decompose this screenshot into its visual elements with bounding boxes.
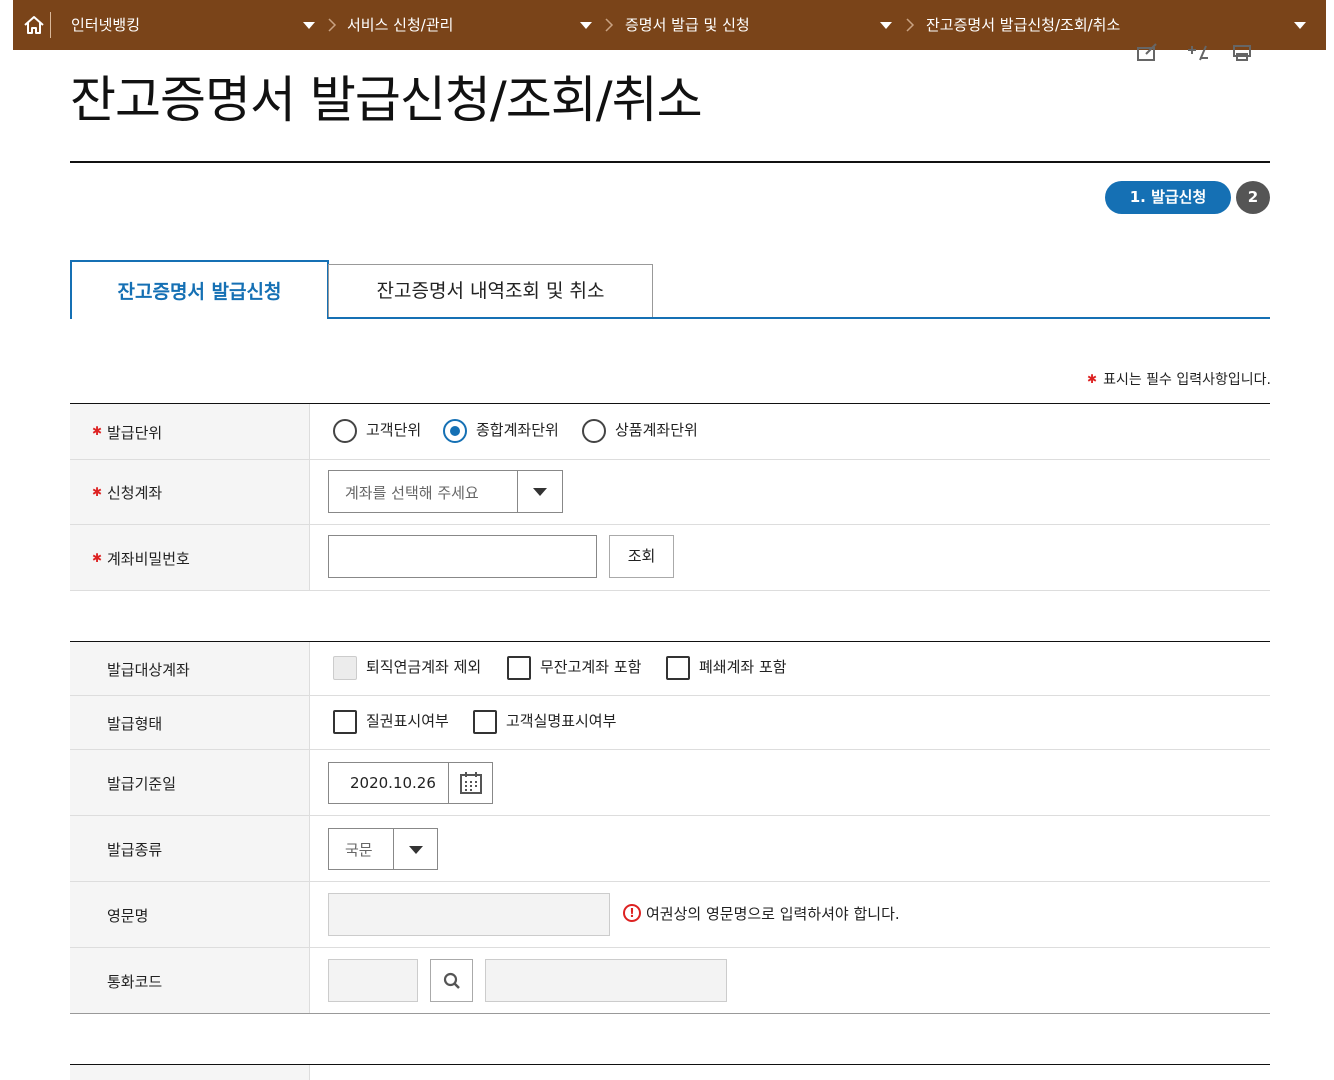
checkbox-label: 퇴직연금계좌 제외: [366, 658, 482, 676]
radio-label: 고객단위: [366, 421, 422, 439]
date-divider: [448, 763, 449, 803]
chevron-down-icon[interactable]: [580, 22, 592, 29]
currency-search-button[interactable]: [430, 959, 473, 1002]
radio-total-account-unit[interactable]: [443, 419, 467, 443]
currency-code-label: 통화코드: [107, 973, 163, 991]
currency-code-input[interactable]: [328, 959, 418, 1002]
next-section-header: [70, 1065, 310, 1080]
tab-history-cancel[interactable]: 잔고증명서 내역조회 및 취소: [328, 264, 653, 317]
issue-kind-value: 국문: [345, 841, 373, 859]
chevron-down-icon[interactable]: [880, 22, 892, 29]
currency-name-input: [485, 959, 727, 1002]
page-title: 잔고증명서 발급신청/조회/취소: [70, 71, 703, 129]
chevron-down-icon[interactable]: [1294, 22, 1306, 29]
radio-label: 종합계좌단위: [476, 421, 559, 439]
form-basic: ✱ 발급단위 고객단위 종합계좌단위 상품계좌단위 ✱ 신청계좌 계좌를 선택해…: [70, 403, 1270, 591]
account-label: 신청계좌: [107, 484, 163, 502]
radio-label: 상품계좌단위: [615, 421, 698, 439]
account-select[interactable]: 계좌를 선택해 주세요: [328, 470, 563, 513]
issue-unit-header: ✱ 발급단위: [70, 404, 310, 459]
issue-form-label: 발급형태: [107, 715, 163, 733]
plus-minus-icon[interactable]: [1186, 42, 1210, 62]
row-english-name: 영문명 ! 여권상의 영문명으로 입력하셔야 합니다.: [70, 882, 1270, 948]
select-divider: [517, 471, 518, 512]
row-account: ✱ 신청계좌 계좌를 선택해 주세요: [70, 460, 1270, 525]
print-icon[interactable]: [1230, 42, 1254, 62]
account-select-placeholder: 계좌를 선택해 주세요: [345, 484, 479, 502]
chevron-down-icon[interactable]: [409, 846, 423, 854]
checkbox-include-closed[interactable]: [666, 656, 690, 680]
target-account-label: 발급대상계좌: [107, 661, 190, 679]
checkbox-include-zero-balance[interactable]: [507, 656, 531, 680]
breadcrumb-separator-icon: [605, 18, 614, 32]
row-issue-kind: 발급종류 국문: [70, 816, 1270, 882]
row-issue-unit: ✱ 발급단위 고객단위 종합계좌단위 상품계좌단위: [70, 404, 1270, 460]
alert-icon: !: [623, 904, 641, 922]
breadcrumb-current-page[interactable]: 잔고증명서 발급신청/조회/취소: [926, 0, 1120, 50]
english-name-input[interactable]: [328, 893, 610, 936]
currency-code-header: 통화코드: [70, 948, 310, 1013]
edit-icon[interactable]: [1136, 42, 1160, 62]
issue-kind-select[interactable]: 국문: [328, 828, 438, 870]
required-star-icon: ✱: [1087, 372, 1098, 386]
password-input[interactable]: [328, 535, 597, 578]
lookup-button[interactable]: 조회: [609, 535, 674, 578]
checkbox-pledge-display[interactable]: [333, 710, 357, 734]
breadcrumb-internet-banking[interactable]: 인터넷뱅킹: [71, 0, 140, 50]
search-icon: [443, 972, 460, 989]
chevron-down-icon[interactable]: [303, 22, 315, 29]
tab-issue-request[interactable]: 잔고증명서 발급신청: [70, 260, 329, 319]
row-issue-form: 발급형태 질권표시여부 고객실명표시여부: [70, 696, 1270, 750]
chevron-down-icon[interactable]: [533, 488, 547, 496]
issue-form-header: 발급형태: [70, 696, 310, 749]
breadcrumb-separator-icon: [906, 18, 915, 32]
step-indicator-current: 1. 발급신청: [1105, 181, 1231, 214]
radio-product-account-unit[interactable]: [582, 419, 606, 443]
home-icon[interactable]: [21, 12, 47, 38]
checkbox-label: 질권표시여부: [366, 712, 449, 730]
checkbox-label: 고객실명표시여부: [506, 712, 617, 730]
password-header: ✱ 계좌비밀번호: [70, 525, 310, 590]
account-header: ✱ 신청계좌: [70, 460, 310, 524]
checkbox-label: 폐쇄계좌 포함: [699, 658, 787, 676]
date-value[interactable]: 2020.10.26: [350, 774, 436, 792]
required-star-icon: ✱: [92, 551, 103, 565]
top-navigation-bar: 인터넷뱅킹 서비스 신청/관리 증명서 발급 및 신청 잔고증명서 발급신청/조…: [13, 0, 1326, 50]
base-date-header: 발급기준일: [70, 750, 310, 815]
english-name-label: 영문명: [107, 907, 149, 925]
row-password: ✱ 계좌비밀번호 조회: [70, 525, 1270, 591]
required-star-icon: ✱: [92, 424, 103, 438]
step-indicator-next: 2: [1236, 181, 1270, 214]
breadcrumb-certificate[interactable]: 증명서 발급 및 신청: [625, 0, 750, 50]
issue-unit-label: 발급단위: [107, 424, 163, 442]
row-target-account: 발급대상계좌 퇴직연금계좌 제외 무잔고계좌 포함 폐쇄계좌 포함: [70, 642, 1270, 696]
nav-divider: [50, 12, 51, 38]
title-divider: [70, 161, 1270, 163]
password-label: 계좌비밀번호: [107, 550, 190, 568]
checkbox-exclude-pension: [333, 656, 357, 680]
base-date-label: 발급기준일: [107, 775, 177, 793]
checkbox-label: 무잔고계좌 포함: [540, 658, 642, 676]
breadcrumb-separator-icon: [328, 18, 337, 32]
calendar-icon[interactable]: [459, 771, 483, 795]
row-base-date: 발급기준일 2020.10.26: [70, 750, 1270, 816]
date-picker[interactable]: 2020.10.26: [328, 762, 493, 804]
english-name-notice: 여권상의 영문명으로 입력하셔야 합니다.: [646, 905, 900, 923]
required-notice: ✱ 표시는 필수 입력사항입니다.: [1087, 369, 1271, 389]
issue-kind-label: 발급종류: [107, 841, 163, 859]
breadcrumb-service-management[interactable]: 서비스 신청/관리: [347, 0, 453, 50]
issue-kind-header: 발급종류: [70, 816, 310, 881]
target-account-header: 발급대상계좌: [70, 642, 310, 695]
checkbox-real-name-display[interactable]: [473, 710, 497, 734]
row-currency-code: 통화코드: [70, 948, 1270, 1014]
select-divider: [393, 829, 394, 869]
required-notice-text: 표시는 필수 입력사항입니다.: [1103, 372, 1271, 388]
english-name-header: 영문명: [70, 882, 310, 947]
radio-customer-unit[interactable]: [333, 419, 357, 443]
form-options: 발급대상계좌 퇴직연금계좌 제외 무잔고계좌 포함 폐쇄계좌 포함 발급형태 질…: [70, 641, 1270, 1014]
required-star-icon: ✱: [92, 485, 103, 499]
